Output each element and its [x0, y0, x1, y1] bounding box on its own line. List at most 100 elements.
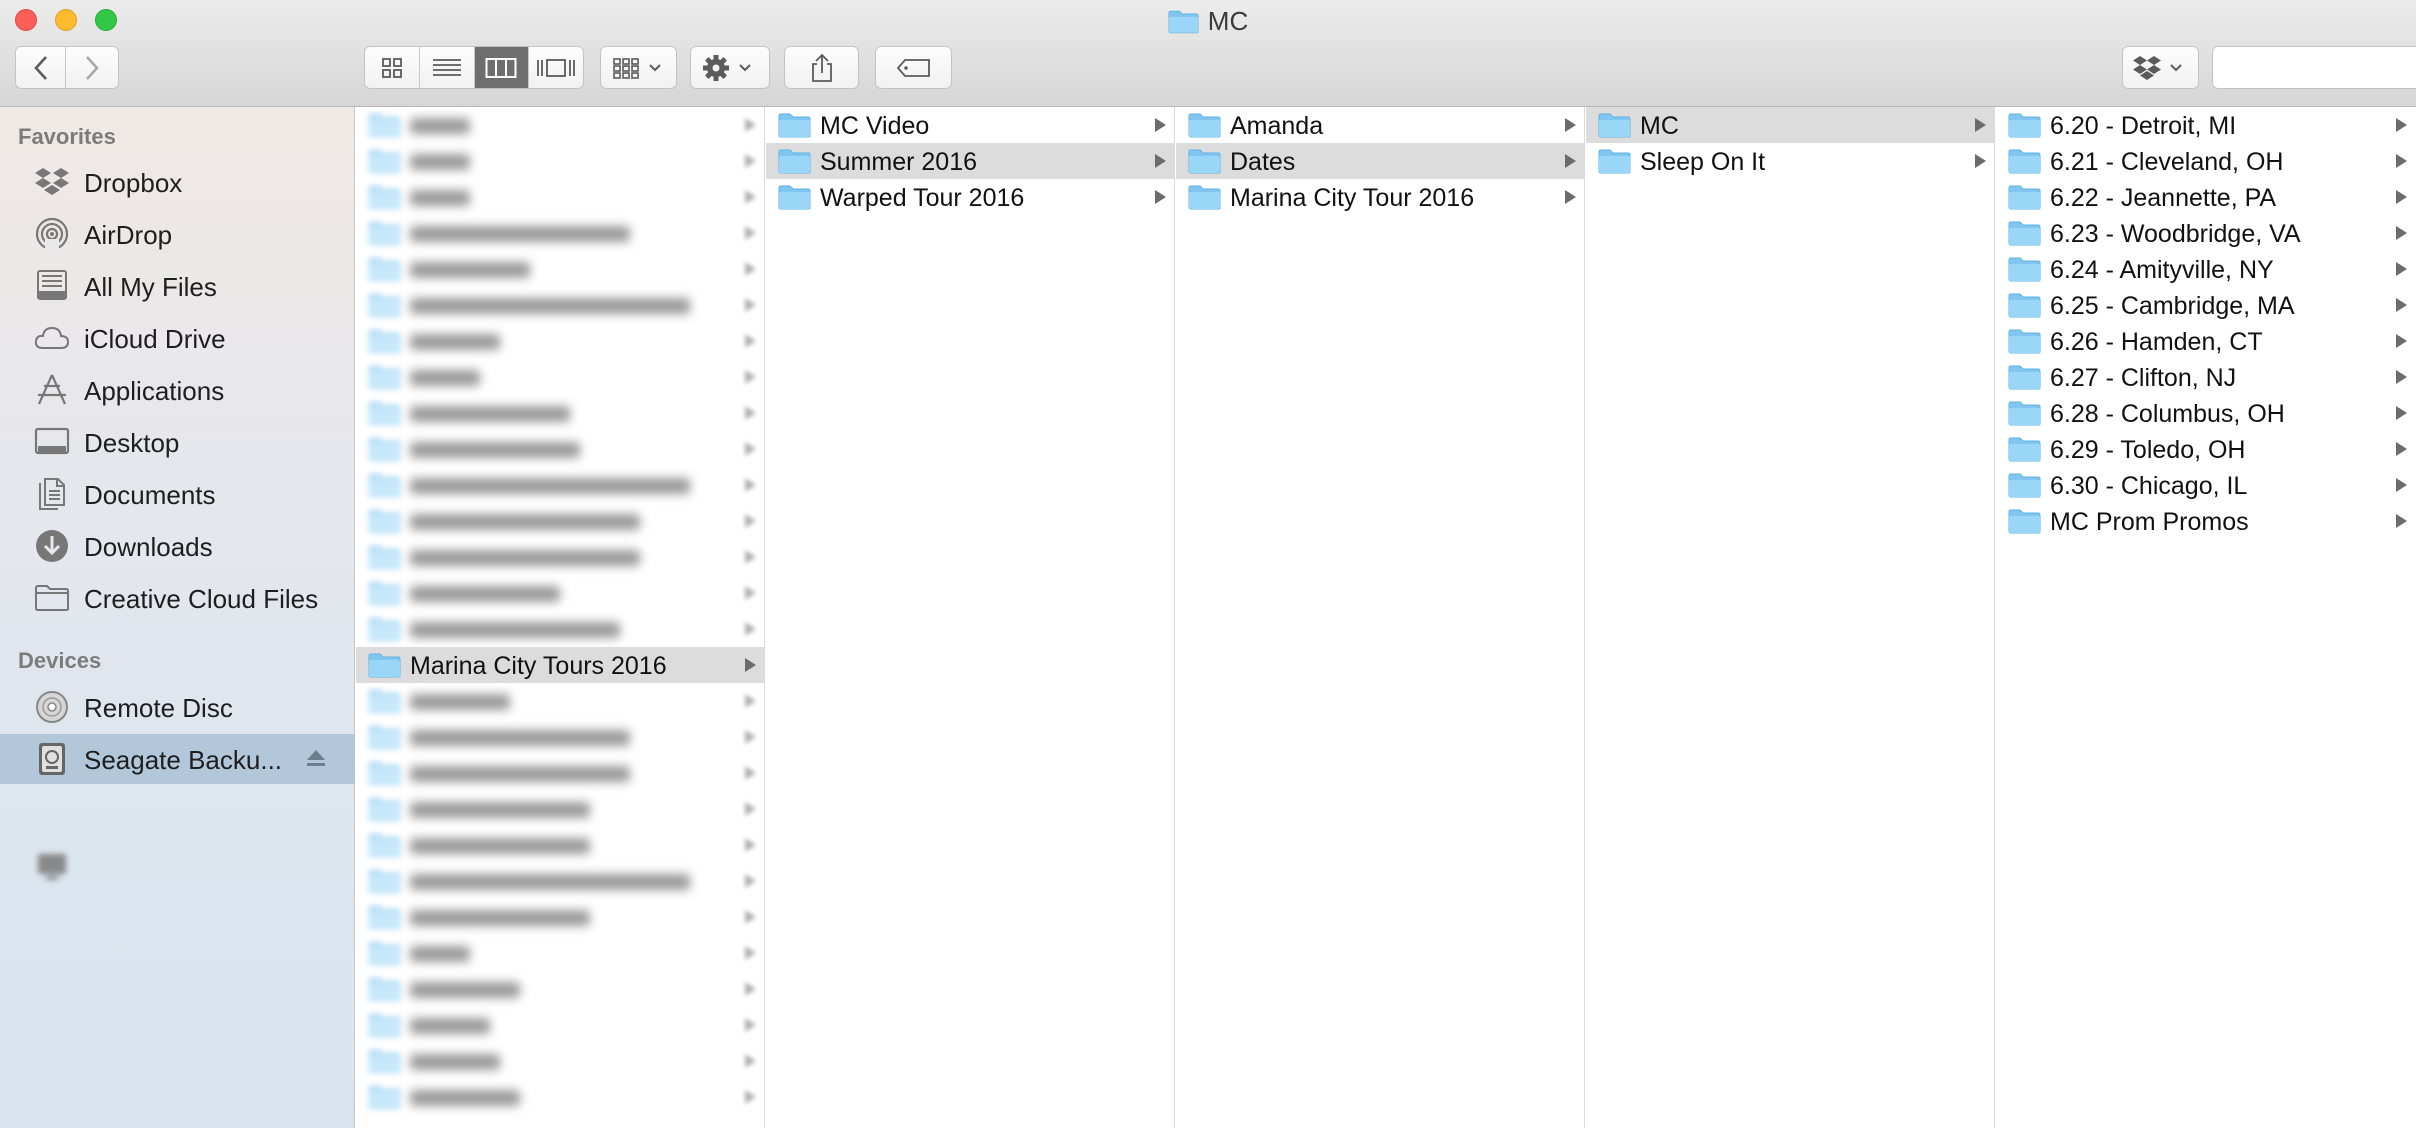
folder-row[interactable]: MC Video — [766, 107, 1174, 143]
folder-row[interactable]: 6.20 - Detroit, MI — [1996, 107, 2416, 143]
folder-name: Amanda — [1230, 112, 1324, 140]
folder-icon — [368, 401, 401, 426]
disc-icon — [34, 690, 70, 724]
browser-column-4: MC Sleep On It — [1586, 107, 1995, 1128]
obscured-row[interactable] — [356, 971, 764, 1007]
cover-flow-button[interactable] — [529, 47, 583, 88]
folder-name — [410, 148, 470, 177]
obscured-row[interactable] — [356, 1007, 764, 1043]
folder-row[interactable]: 6.23 - Woodbridge, VA — [1996, 215, 2416, 251]
disclosure-arrow-icon — [2396, 478, 2407, 492]
disclosure-arrow-icon — [2396, 370, 2407, 384]
obscured-row[interactable] — [356, 287, 764, 323]
sidebar-item-documents[interactable]: Documents — [0, 469, 355, 519]
arrange-button[interactable] — [600, 46, 677, 89]
folder-row-selected[interactable]: MC — [1586, 107, 1994, 143]
obscured-row[interactable] — [356, 899, 764, 935]
share-icon — [811, 53, 832, 82]
tags-button[interactable] — [875, 46, 952, 89]
folder-row-selected[interactable]: Dates — [1176, 143, 1584, 179]
eject-icon[interactable] — [305, 748, 327, 768]
obscured-row[interactable] — [356, 143, 764, 179]
folder-row[interactable]: 6.29 - Toledo, OH — [1996, 431, 2416, 467]
obscured-row[interactable] — [356, 1079, 764, 1115]
obscured-row[interactable] — [356, 503, 764, 539]
sidebar-item-all-my-files[interactable]: All My Files — [0, 261, 355, 311]
obscured-row[interactable] — [356, 611, 764, 647]
obscured-row[interactable] — [356, 251, 764, 287]
sidebar-item-label: Applications — [84, 376, 225, 406]
forward-button[interactable] — [66, 47, 118, 88]
folder-name: 6.23 - Woodbridge, VA — [2050, 220, 2301, 248]
folder-icon — [2008, 473, 2041, 498]
column-view-button[interactable] — [474, 47, 530, 88]
folder-row[interactable]: 6.27 - Clifton, NJ — [1996, 359, 2416, 395]
folder-icon — [368, 653, 401, 678]
obscured-row[interactable] — [356, 575, 764, 611]
sidebar-item-remote-disc[interactable]: Remote Disc — [0, 682, 355, 732]
obscured-row[interactable] — [356, 431, 764, 467]
disclosure-arrow-icon — [745, 982, 756, 996]
obscured-row[interactable] — [356, 179, 764, 215]
sidebar-item-icloud-drive[interactable]: iCloud Drive — [0, 313, 355, 363]
obscured-row[interactable] — [356, 683, 764, 719]
window-title-bar: MC — [0, 6, 2416, 37]
sidebar-item-seagate-backup[interactable]: Seagate Backu... — [0, 734, 355, 784]
obscured-row[interactable] — [356, 359, 764, 395]
obscured-row[interactable] — [356, 107, 764, 143]
folder-name — [410, 580, 560, 609]
browser-column-1: Marina City Tours 2016 — [356, 107, 765, 1128]
folder-name — [410, 400, 570, 429]
list-view-button[interactable] — [420, 47, 475, 88]
folder-row-selected[interactable]: Summer 2016 — [766, 143, 1174, 179]
folder-row[interactable]: Warped Tour 2016 — [766, 179, 1174, 215]
obscured-row[interactable] — [356, 395, 764, 431]
obscured-row[interactable] — [356, 863, 764, 899]
back-button[interactable] — [16, 47, 66, 88]
folder-name — [410, 328, 500, 357]
sidebar-item-creative-cloud-files[interactable]: Creative Cloud Files — [0, 573, 355, 623]
folder-row[interactable]: 6.28 - Columbus, OH — [1996, 395, 2416, 431]
sidebar-item-applications[interactable]: Applications — [0, 365, 355, 415]
applications-icon — [34, 373, 70, 407]
folder-row[interactable]: 6.25 - Cambridge, MA — [1996, 287, 2416, 323]
obscured-row[interactable] — [356, 827, 764, 863]
favorites-heading: Favorites — [18, 124, 116, 149]
icon-view-button[interactable] — [365, 47, 420, 88]
disclosure-arrow-icon — [745, 766, 756, 780]
disclosure-arrow-icon — [1565, 190, 1576, 204]
obscured-row[interactable] — [356, 791, 764, 827]
sidebar-item-downloads[interactable]: Downloads — [0, 521, 355, 571]
folder-icon — [2008, 149, 2041, 174]
folder-row[interactable]: 6.22 - Jeannette, PA — [1996, 179, 2416, 215]
folder-row[interactable]: 6.26 - Hamden, CT — [1996, 323, 2416, 359]
sidebar-item-desktop[interactable]: Desktop — [0, 417, 355, 467]
folder-row[interactable]: 6.24 - Amityville, NY — [1996, 251, 2416, 287]
disclosure-arrow-icon — [745, 622, 756, 636]
search-field[interactable] — [2212, 46, 2416, 89]
action-button[interactable] — [690, 46, 770, 89]
obscured-row[interactable] — [356, 467, 764, 503]
folder-row[interactable]: Amanda — [1176, 107, 1584, 143]
obscured-row[interactable] — [356, 215, 764, 251]
sidebar-item-airdrop[interactable]: AirDrop — [0, 209, 355, 259]
share-button[interactable] — [784, 46, 859, 89]
folder-name — [410, 544, 640, 573]
folder-name — [410, 472, 690, 501]
dropbox-menu-button[interactable] — [2122, 46, 2199, 89]
sidebar-item-dropbox[interactable]: Dropbox — [0, 157, 355, 207]
folder-row[interactable]: MC Prom Promos — [1996, 503, 2416, 539]
folder-row[interactable]: Sleep On It — [1586, 143, 1994, 179]
folder-row[interactable]: Marina City Tour 2016 — [1176, 179, 1584, 215]
folder-row[interactable]: 6.30 - Chicago, IL — [1996, 467, 2416, 503]
obscured-row[interactable] — [356, 323, 764, 359]
obscured-row[interactable] — [356, 1043, 764, 1079]
folder-row[interactable]: 6.21 - Cleveland, OH — [1996, 143, 2416, 179]
obscured-row[interactable] — [356, 755, 764, 791]
obscured-row[interactable] — [356, 935, 764, 971]
obscured-row[interactable] — [356, 719, 764, 755]
obscured-row[interactable] — [356, 539, 764, 575]
disclosure-arrow-icon — [745, 190, 756, 204]
cloud-icon — [34, 321, 70, 355]
folder-row-selected[interactable]: Marina City Tours 2016 — [356, 647, 764, 683]
